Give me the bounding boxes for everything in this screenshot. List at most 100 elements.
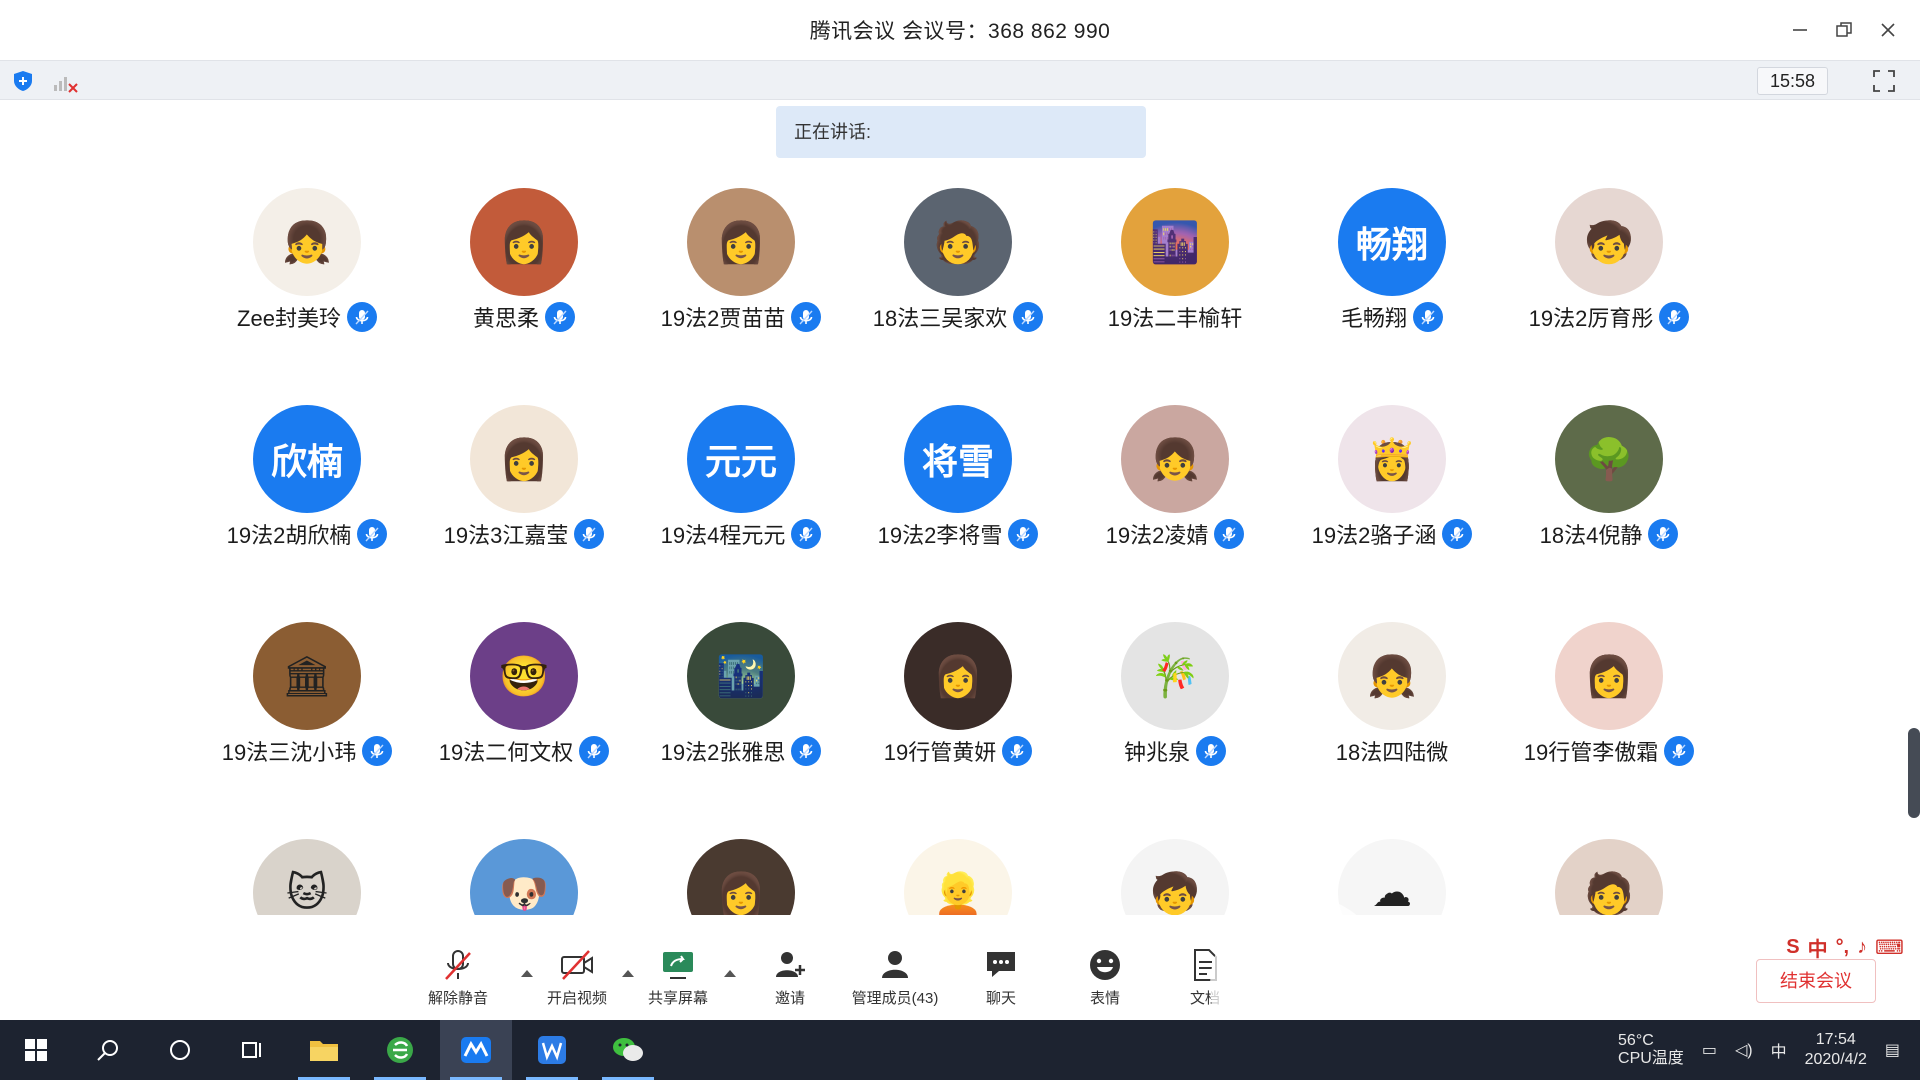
system-date: 2020/4/2: [1804, 1051, 1867, 1068]
avatar-image-icon: 🧑: [1584, 871, 1634, 916]
mic-icon: [1008, 519, 1039, 549]
ime-tray-icon[interactable]: 中: [1771, 1038, 1787, 1062]
participant-tile[interactable]: 🐱: [202, 831, 412, 915]
grid-scrollbar[interactable]: [1908, 728, 1920, 818]
participant-tile[interactable]: 👩 19行管黄妍: [853, 614, 1063, 774]
participant-tile[interactable]: 🧒: [1070, 831, 1280, 915]
avatar-image-icon: 🧒: [1584, 220, 1634, 265]
title-bar: 腾讯会议 会议号：368 862 990: [0, 0, 1920, 60]
participant-tile[interactable]: 👩 19法2贾苗苗: [636, 180, 846, 340]
participant-tile[interactable]: 🌆 19法二丰榆轩: [1070, 180, 1280, 340]
participant-avatar: 👧: [1338, 622, 1446, 730]
system-clock[interactable]: 17:54 2020/4/2: [1805, 1030, 1867, 1070]
participant-tile[interactable]: 👩: [636, 831, 846, 915]
minimize-button[interactable]: [1778, 8, 1822, 52]
participant-name-row: 19行管黄妍: [853, 734, 1063, 768]
documents-button[interactable]: 文档: [1150, 947, 1260, 1017]
browser-button[interactable]: [364, 1020, 436, 1080]
manage-members-label: 管理成员(43): [851, 990, 939, 1007]
participant-avatar: 畅翔: [1338, 188, 1446, 296]
network-signal-icon[interactable]: [52, 71, 80, 93]
participant-tile[interactable]: ☁: [1287, 831, 1497, 915]
windows-logo-icon: [25, 1039, 47, 1061]
participant-tile[interactable]: 🧑 18法三吴家欢: [853, 180, 1063, 340]
manage-members-button[interactable]: 管理成员(43): [840, 947, 950, 1017]
avatar-image-icon: 🏛: [281, 654, 333, 699]
wechat-button[interactable]: [592, 1020, 664, 1080]
network-tray-icon[interactable]: ▭: [1702, 1040, 1717, 1060]
participant-tile[interactable]: 🧑: [1504, 831, 1714, 915]
participant-tile[interactable]: 👱: [853, 831, 1063, 915]
participant-tile[interactable]: 👧 19法2凌婧: [1070, 397, 1280, 557]
participant-tile[interactable]: 🐶: [419, 831, 629, 915]
participant-name: 19法2厉育彤: [1528, 306, 1654, 331]
volume-tray-icon[interactable]: ◁): [1735, 1040, 1753, 1060]
notification-icon[interactable]: ▤: [1885, 1040, 1900, 1060]
ime-logo-icon: S: [1786, 935, 1800, 958]
avatar-image-icon: 🐶: [499, 871, 549, 916]
participant-tile[interactable]: 畅翔 毛畅翔: [1287, 180, 1497, 340]
windows-taskbar: 56°C CPU温度 ▭ ◁) 中 17:54 2020/4/2 ▤: [0, 1020, 1920, 1080]
invite-button[interactable]: 邀请: [735, 947, 845, 1017]
participant-tile[interactable]: 👩 黄思柔: [419, 180, 629, 340]
avatar-image-icon: 🐱: [286, 871, 328, 915]
avatar-image-icon: 🧒: [1150, 871, 1200, 916]
security-shield-icon[interactable]: [12, 70, 34, 92]
chat-button[interactable]: 聊天: [946, 947, 1056, 1017]
restore-icon: [1836, 22, 1852, 37]
system-time: 17:54: [1815, 1031, 1856, 1048]
participant-tile[interactable]: 👩 19行管李傲霜: [1504, 614, 1714, 774]
search-button[interactable]: [72, 1020, 144, 1080]
start-button[interactable]: [0, 1020, 72, 1080]
participant-name: 19法二丰榆轩: [1107, 306, 1243, 331]
mic-icon: [574, 519, 605, 549]
mic-icon: [791, 302, 822, 332]
tencent-meeting-button[interactable]: [440, 1020, 512, 1080]
cpu-temp-label: CPU温度: [1618, 1050, 1684, 1067]
ime-language-icon: 中: [1807, 938, 1828, 961]
end-meeting-button[interactable]: 结束会议: [1756, 959, 1876, 1003]
search-icon: [97, 1040, 118, 1061]
participant-tile[interactable]: 🤓 19法二何文权: [419, 614, 629, 774]
participant-name-row: 19法4程元元: [636, 517, 846, 551]
share-screen-button[interactable]: 共享屏幕: [623, 947, 733, 1017]
participant-name: 18法三吴家欢: [872, 306, 1008, 331]
documents-label: 文档: [1189, 990, 1220, 1007]
participant-tile[interactable]: 🧒 19法2厉育彤: [1504, 180, 1714, 340]
participant-tile[interactable]: 🎋 钟兆泉: [1070, 614, 1280, 774]
participant-name: 19法2贾苗苗: [660, 306, 786, 331]
participant-tile[interactable]: 👧 18法四陆微: [1287, 614, 1497, 774]
participant-avatar: 🧑: [1555, 839, 1663, 915]
wps-writer-button[interactable]: [516, 1020, 588, 1080]
cortana-button[interactable]: [144, 1020, 216, 1080]
ime-keyboard-icon: ⌨: [1875, 936, 1904, 959]
participant-tile[interactable]: 将雪 19法2李将雪: [853, 397, 1063, 557]
chat-icon: [987, 952, 1015, 977]
participant-tile[interactable]: 👸 19法2骆子涵: [1287, 397, 1497, 557]
close-icon: [1881, 23, 1895, 37]
participant-tile[interactable]: 🏛 19法三沈小玮: [202, 614, 412, 774]
cpu-temperature[interactable]: 56°C CPU温度: [1618, 1032, 1684, 1068]
close-button[interactable]: [1866, 8, 1910, 52]
restore-button[interactable]: [1822, 8, 1866, 52]
participant-tile[interactable]: 欣楠 19法2胡欣楠: [202, 397, 412, 557]
participant-name-row: Zee封美玲: [202, 300, 412, 334]
participant-name-row: 18法四陆微: [1287, 734, 1497, 768]
participant-name: 19法2张雅思: [660, 740, 786, 765]
participant-tile[interactable]: 👧 Zee封美玲: [202, 180, 412, 340]
folder-icon: [310, 1041, 338, 1061]
participant-name-row: 19法2骆子涵: [1287, 517, 1497, 551]
participant-tile[interactable]: 👩 19法3江嘉莹: [419, 397, 629, 557]
fullscreen-icon[interactable]: [1872, 69, 1896, 93]
file-explorer-button[interactable]: [288, 1020, 360, 1080]
unmute-button[interactable]: 解除静音: [403, 947, 513, 1017]
avatar-image-icon: 🤓: [499, 654, 549, 699]
participant-tile[interactable]: 元元 19法4程元元: [636, 397, 846, 557]
start-video-button[interactable]: 开启视频: [522, 947, 632, 1017]
participant-tile[interactable]: 🌃 19法2张雅思: [636, 614, 846, 774]
participant-tile[interactable]: 🌳 18法4倪静: [1504, 397, 1714, 557]
task-view-button[interactable]: [216, 1020, 288, 1080]
emoji-button[interactable]: 表情: [1050, 947, 1160, 1017]
cpu-temp-value: 56°C: [1618, 1032, 1654, 1049]
minimize-icon: [1793, 29, 1807, 31]
